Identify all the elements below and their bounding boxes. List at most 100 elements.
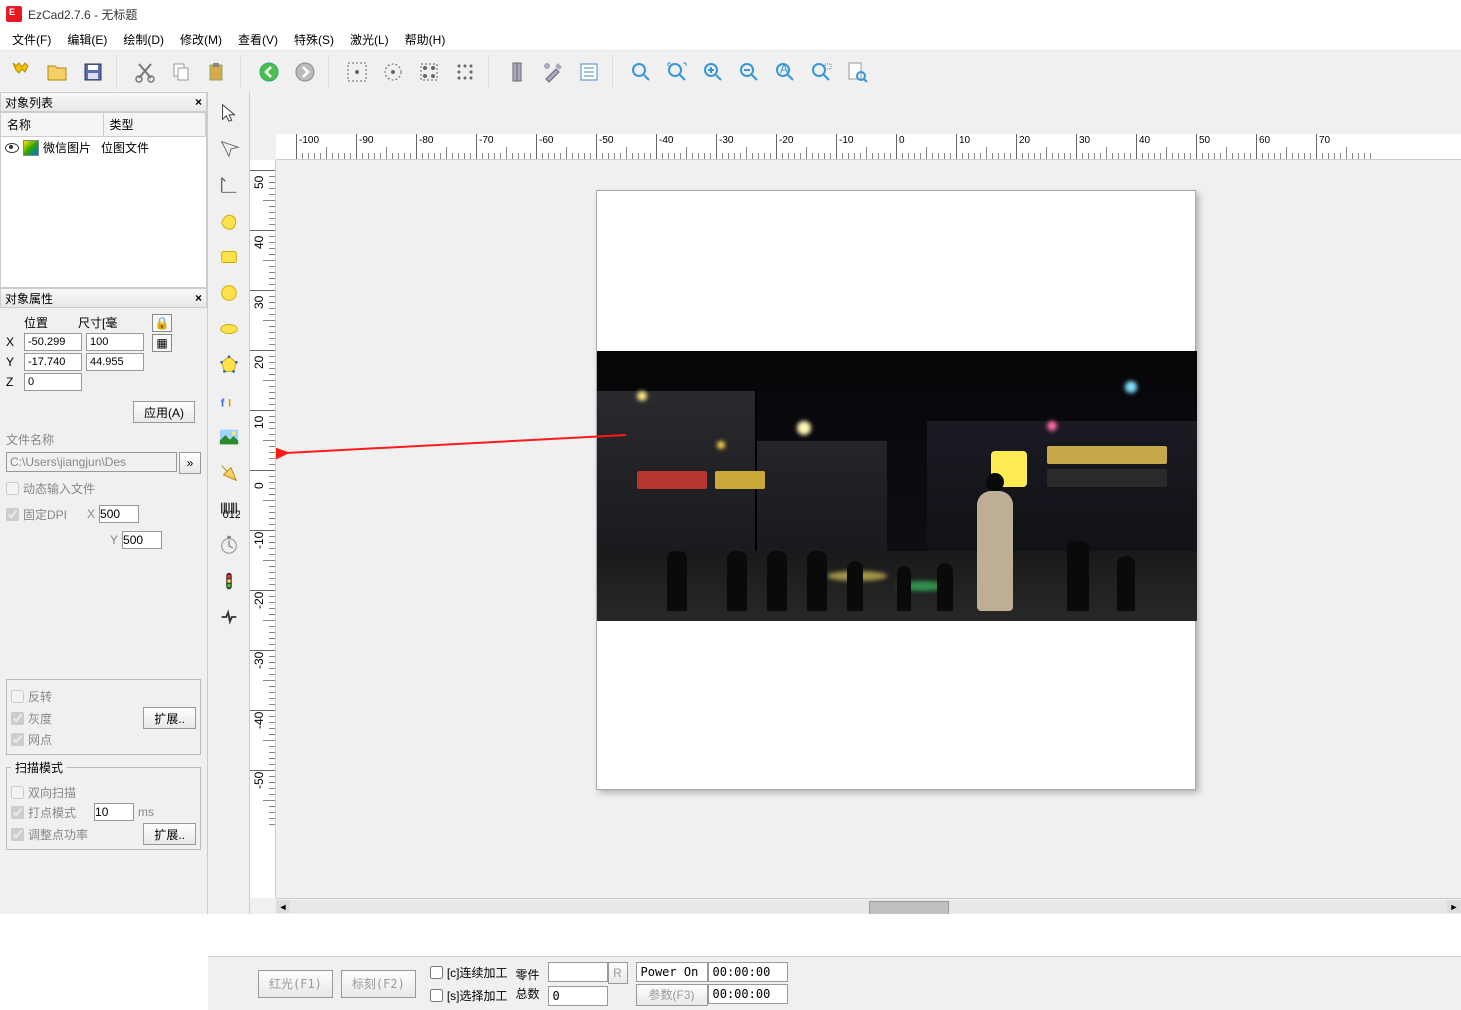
menu-file[interactable]: 文件(F) [4,29,59,50]
zoom-button[interactable] [624,55,658,89]
red-light-button[interactable]: 红光(F1) [258,970,333,998]
dyn-input-check [6,482,19,495]
dpi-y-input[interactable] [122,531,162,549]
copy-button[interactable] [164,55,198,89]
undo-button[interactable] [252,55,286,89]
y-input[interactable] [24,353,82,371]
scan-mode-label: 扫描模式 [11,759,67,776]
sel-check[interactable] [430,989,443,1002]
sel-label: [s]选择加工 [447,987,508,1004]
list-button[interactable] [572,55,606,89]
encoder-tool[interactable] [212,600,246,634]
zoom-a-button[interactable]: A [768,55,802,89]
dots1-button[interactable] [340,55,374,89]
vector-tool[interactable] [212,456,246,490]
objlist-item[interactable]: 微信图片 位图文件 [1,137,206,158]
power-label: Power On [636,962,708,982]
barcode-tool[interactable]: 01234 [212,492,246,526]
objprops-header: 对象属性 × [0,288,207,308]
polygon-tool[interactable] [212,348,246,382]
select-tool[interactable] [212,96,246,130]
h-input[interactable] [86,353,144,371]
ellipse-tool[interactable] [212,312,246,346]
menu-help[interactable]: 帮助(H) [397,29,454,50]
left-panel: 对象列表 × 名称 类型 微信图片 位图文件 对象属性 × [0,92,208,914]
size-label: 尺寸[毫 [78,314,117,331]
r-button[interactable]: R [608,962,628,984]
objlist-close-icon[interactable]: × [195,95,202,109]
expand1-button[interactable]: 扩展.. [143,707,196,729]
visibility-icon[interactable] [5,143,19,153]
menu-draw[interactable]: 绘制(D) [115,29,172,50]
scroll-right-icon[interactable]: ► [1447,900,1461,913]
dots3-button[interactable] [412,55,446,89]
menu-modify[interactable]: 修改(M) [172,29,230,50]
x-input[interactable] [24,333,82,351]
dots2-button[interactable] [376,55,410,89]
param-button[interactable]: 参数(F3) [636,984,708,1006]
ruler-button[interactable] [500,55,534,89]
time2-field: 00:00:00 [708,984,788,1004]
text-tool[interactable]: fI [212,384,246,418]
expand2-button[interactable]: 扩展.. [143,823,196,845]
dots4-button[interactable] [448,55,482,89]
scroll-left-icon[interactable]: ◄ [276,900,290,913]
redo-button[interactable] [288,55,322,89]
lock-icon[interactable]: 🔒 [152,314,172,332]
new-button[interactable] [4,55,38,89]
curve-tool[interactable] [212,204,246,238]
menu-laser[interactable]: 激光(L) [342,29,397,50]
save-button[interactable] [76,55,110,89]
open-button[interactable] [40,55,74,89]
svg-text:f: f [220,398,224,410]
col-type[interactable]: 类型 [104,113,207,136]
dotmode-check [11,806,24,819]
circle-tool[interactable] [212,276,246,310]
menu-view[interactable]: 查看(V) [230,29,286,50]
total-label: 总数 [515,985,539,1002]
w-input[interactable] [86,333,144,351]
scroll-thumb[interactable] [869,901,949,914]
parts-field[interactable] [548,962,608,982]
grid-icon[interactable]: ▦ [152,334,172,352]
io-tool[interactable] [212,564,246,598]
menu-edit[interactable]: 编辑(E) [59,29,115,50]
tools-button[interactable] [536,55,570,89]
line-tool[interactable] [212,168,246,202]
canvas-area: -100-90-80-70-60-50-40-30-20-10010203040… [250,92,1461,914]
ruler-vertical: 50403020100-10-20-30-40-50 [250,160,276,898]
objlist-header: 对象列表 × [0,92,207,112]
zoom-sel-button[interactable] [804,55,838,89]
gray-label: 灰度 [28,710,52,727]
total-field[interactable]: 0 [548,986,608,1006]
node-tool[interactable] [212,132,246,166]
col-name[interactable]: 名称 [1,113,104,136]
rect-tool[interactable] [212,240,246,274]
annotation-arrow [276,447,616,449]
tool-column: fI 01234 [208,92,250,914]
menu-special[interactable]: 特殊(S) [286,29,342,50]
paste-button[interactable] [200,55,234,89]
dpi-x-input[interactable] [99,505,139,523]
timer-tool[interactable] [212,528,246,562]
bitmap-tool[interactable] [212,420,246,454]
titlebar: EzCad2.7.6 - 无标题 [0,0,1461,28]
zoom-out-button[interactable] [732,55,766,89]
bitmap-image[interactable] [597,351,1197,621]
cut-button[interactable] [128,55,162,89]
cont-check[interactable] [430,966,443,979]
zoom-page-button[interactable] [840,55,874,89]
objprops-title: 对象属性 [5,290,53,307]
apply-button[interactable]: 应用(A) [133,401,195,423]
canvas-stage[interactable] [276,160,1461,898]
objprops-close-icon[interactable]: × [195,291,202,305]
h-scrollbar[interactable]: ◄ ► [276,898,1461,914]
browse-button[interactable]: » [179,452,201,474]
dotval-input[interactable] [94,803,134,821]
zoom-in-button[interactable] [696,55,730,89]
bidir-label: 双向扫描 [28,784,76,801]
mark-button[interactable]: 标刻(F2) [341,970,416,998]
z-input[interactable] [24,373,82,391]
zoom-all-button[interactable] [660,55,694,89]
bottom-bar: 红光(F1) 标刻(F2) [c]连续加工 [s]选择加工 零件 总数 R 0 … [208,956,1461,1010]
